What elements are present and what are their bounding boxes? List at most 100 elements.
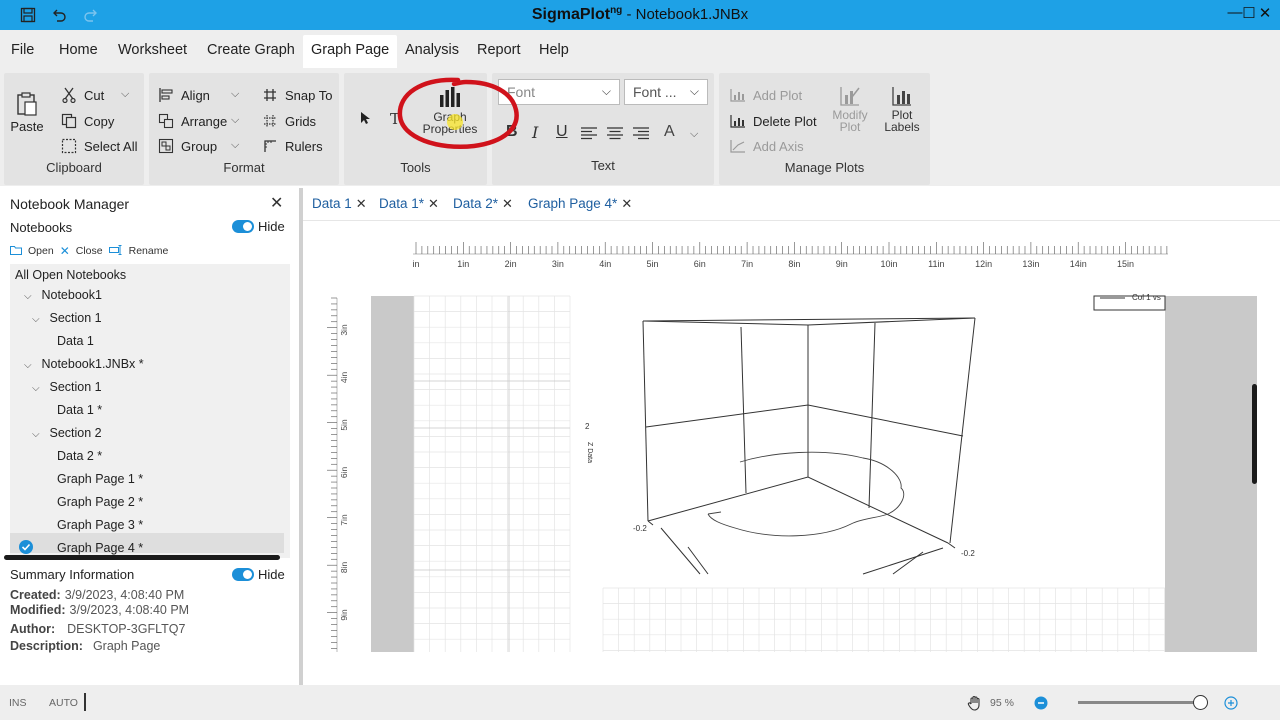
zoom-slider-track[interactable] [1078, 695, 1208, 710]
chevron-down-icon[interactable]: ⌵ [32, 314, 46, 325]
close-button[interactable]: Close [76, 245, 103, 257]
align-center-icon[interactable] [607, 127, 623, 143]
chevron-down-icon[interactable]: ⌵ [24, 291, 38, 302]
rulers-button[interactable]: Rulers [261, 137, 323, 155]
menu-worksheet[interactable]: Worksheet [118, 42, 187, 58]
page-left-margin [371, 296, 414, 652]
italic-button[interactable]: I [532, 123, 538, 142]
tree-item[interactable]: Data 1 * [57, 403, 102, 417]
notebooks-hide-toggle[interactable] [232, 220, 254, 233]
arrange-button[interactable]: Arrange [157, 112, 227, 130]
ruler-label: 2in [505, 259, 517, 269]
snap-to-button[interactable]: Snap To [261, 86, 332, 104]
underline-button[interactable]: U [556, 123, 568, 141]
summary-hide-toggle[interactable] [232, 568, 254, 581]
cut-chevron-down-icon[interactable]: ⌵ [121, 88, 129, 101]
menu-create-graph[interactable]: Create Graph [207, 42, 295, 58]
menu-help[interactable]: Help [539, 42, 569, 58]
ins-indicator: INS [9, 697, 27, 709]
font-color-button[interactable]: A [664, 123, 675, 141]
add-plot-button[interactable]: Add Plot [729, 86, 802, 104]
zoom-slider-thumb[interactable] [1192, 695, 1208, 710]
tree-item[interactable]: ⌵ Section 1 [32, 311, 102, 325]
align-button[interactable]: Align [157, 86, 210, 104]
arrange-chevron-down-icon[interactable]: ⌵ [231, 114, 239, 127]
align-label: Align [181, 87, 210, 103]
tree-item[interactable]: ⌵ Notebook1.JNBx * [24, 357, 144, 371]
tree-item[interactable]: Graph Page 2 * [57, 495, 143, 509]
pointer-icon[interactable] [359, 111, 371, 128]
tab-graph-page-4[interactable]: Graph Page 4* ✕ [528, 196, 632, 212]
close-tab-icon[interactable]: ✕ [428, 196, 439, 211]
grid-icon [261, 112, 279, 130]
tree-item[interactable]: Graph Page 4 * [57, 541, 143, 555]
tree-item[interactable]: Data 1 [57, 334, 94, 348]
tree-item[interactable]: Graph Page 3 * [57, 518, 143, 532]
graph-page-area[interactable]: in 1in 2in 3in 4in 5in 6in 7in 8in 9in 10in 11in 12i… [303, 222, 1280, 685]
font-size-select[interactable]: Font ... ⌵ [624, 79, 708, 105]
menu-file[interactable]: File [11, 42, 34, 58]
tree-item[interactable]: ⌵ Section 1 [32, 380, 102, 394]
format-group: Align ⌵ Arrange ⌵ Group ⌵ Snap To Grids … [149, 73, 339, 185]
zoom-out-icon[interactable] [1034, 696, 1048, 713]
close-tab-icon[interactable]: ✕ [356, 196, 367, 211]
menu-graph-page[interactable]: Graph Page [303, 35, 398, 68]
summary-title: Summary Information [10, 567, 135, 582]
ruler-label: 5in [646, 259, 658, 269]
group-label: Group [181, 138, 218, 154]
ruler-label: 7in [741, 259, 753, 269]
tree-item[interactable]: Graph Page 1 * [57, 472, 143, 486]
group-chevron-down-icon[interactable]: ⌵ [231, 139, 239, 152]
cut-button[interactable]: Cut [60, 86, 104, 104]
summary-hide-label: Hide [258, 567, 285, 582]
vertical-ruler[interactable]: 3in 4in 5in 6in 7in 8in 9in [327, 297, 349, 652]
chevron-down-icon[interactable]: ⌵ [24, 360, 38, 371]
notebook-manager-title: Notebook Manager [10, 196, 130, 212]
text-more-chevron-down-icon[interactable]: ⌵ [690, 128, 698, 141]
select-all-button[interactable]: Select All [60, 137, 137, 155]
align-chevron-down-icon[interactable]: ⌵ [231, 88, 239, 101]
text-group-label: Text [591, 158, 615, 173]
chevron-down-icon[interactable]: ⌵ [32, 383, 46, 394]
zoom-in-icon[interactable] [1224, 696, 1238, 713]
menu-home[interactable]: Home [59, 42, 98, 58]
grids-label: Grids [285, 113, 317, 129]
align-left-icon[interactable] [581, 127, 597, 143]
menu-report[interactable]: Report [477, 42, 521, 58]
add-axis-button[interactable]: Add Axis [729, 137, 804, 155]
delete-plot-button[interactable]: Delete Plot [729, 112, 817, 130]
open-button[interactable]: Open [28, 245, 54, 257]
select-all-icon [60, 137, 78, 155]
close-panel-icon[interactable]: ✕ [270, 193, 283, 213]
tab-data-2-modified[interactable]: Data 2* ✕ [453, 196, 513, 212]
close-window-button[interactable]: ✕ [1256, 4, 1274, 22]
tree-item[interactable]: All Open Notebooks [15, 268, 126, 282]
menu-analysis[interactable]: Analysis [405, 42, 459, 58]
modified-label: Modified: [10, 603, 66, 617]
legend-text: Col 1 vs [1132, 293, 1161, 302]
pan-hand-icon[interactable] [967, 695, 983, 714]
tree-item[interactable]: ⌵ Notebook1 [24, 288, 102, 302]
graph-page [414, 296, 1165, 652]
rename-button[interactable]: Rename [129, 245, 169, 257]
close-tab-icon[interactable]: ✕ [621, 196, 632, 211]
chevron-down-icon[interactable]: ⌵ [32, 429, 46, 440]
align-right-icon[interactable] [633, 127, 649, 143]
tab-data-1[interactable]: Data 1 ✕ [312, 196, 367, 212]
vertical-scrollbar[interactable] [1252, 384, 1257, 484]
tree-item[interactable]: ⌵ Section 2 [32, 426, 102, 440]
ruler-label: 5in [339, 419, 349, 431]
horizontal-ruler[interactable]: in 1in 2in 3in 4in 5in 6in 7in 8in 9in 10in 11in 12i… [412, 242, 1168, 269]
copy-button[interactable]: Copy [60, 112, 114, 130]
close-tab-icon[interactable]: ✕ [502, 196, 513, 211]
group-button[interactable]: Group [157, 137, 217, 155]
tab-data-1-modified[interactable]: Data 1* ✕ [379, 196, 439, 212]
modify-plot-button[interactable]: Modify Plot [825, 85, 875, 133]
tree-item[interactable]: Data 2 * [57, 449, 102, 463]
delete-plot-icon [729, 112, 747, 130]
status-bar: INS AUTO 95 % [0, 685, 1280, 720]
paste-button[interactable]: Paste [10, 91, 44, 134]
grids-button[interactable]: Grids [261, 112, 316, 130]
plot-labels-button[interactable]: Plot Labels [879, 85, 925, 133]
tree-horizontal-scrollbar[interactable] [4, 555, 280, 560]
